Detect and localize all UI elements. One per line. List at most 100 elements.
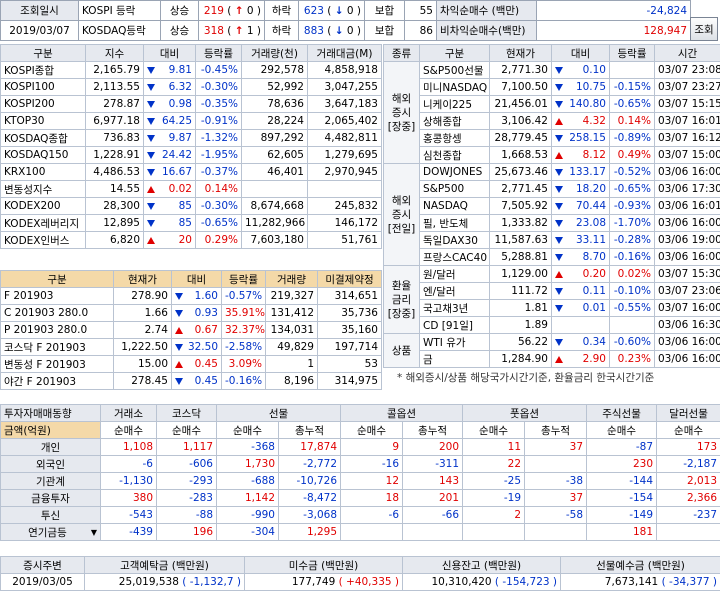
group-label: 해외 (391, 92, 412, 105)
world-row[interactable]: 엔/달러 111.72 0.11 -0.10% 03/07 23:06 (384, 282, 720, 300)
world-time: 03/06 16:00 (654, 248, 720, 266)
index-row[interactable]: KOSPI100 2,113.55 6.32 -0.30% 52,992 3,047,25… (0, 78, 382, 96)
index-rate: -0.35% (195, 95, 242, 113)
investor-row[interactable]: 투신 -543 -88 -990 -3,068 -6 -66 2 -58 -149 -237 (0, 506, 720, 524)
index-rate: -0.91% (195, 112, 242, 130)
investor-value: 173 (656, 438, 720, 456)
world-row[interactable]: 환율 금리 [장중] 원/달러 1,129.00 0.20 0.02% 03/07 15:30 (383, 265, 720, 334)
index-amount: 4,482,811 (307, 129, 382, 147)
investor-name: 금융투자 (0, 489, 101, 507)
investor-row[interactable]: 개인 1,108 1,117 -368 17,874 9 200 11 37 -87 173 (0, 438, 720, 456)
investor-row[interactable]: 외국인 -6 -606 1,730 -2,772 -16 -311 22 230 -2,187 (0, 455, 720, 473)
world-rate: -0.52% (609, 163, 655, 181)
change-value: 0.20 (582, 268, 606, 280)
world-time: 03/06 16:00 (654, 350, 720, 368)
index-name: KOSPI100 (0, 78, 86, 96)
investor-row[interactable]: 금융투자 380 -283 1,142 -8,472 18 201 -19 37 -154 2,36… (0, 489, 720, 507)
change-value: 10.75 (575, 81, 606, 93)
up-triangle-icon (147, 185, 155, 193)
group-label: 상품 (391, 344, 412, 357)
group-label: 환율 (391, 279, 412, 292)
change-value: 140.80 (569, 98, 606, 110)
index-row[interactable]: KRX100 4,486.53 16.67 -0.37% 46,401 2,970,945 (0, 163, 382, 181)
world-value: 1,668.53 (489, 146, 552, 164)
world-row[interactable]: 국고채3년 1.81 0.01 -0.55% 03/07 16:00 (384, 299, 720, 317)
deriv-open-interest: 197,714 (317, 338, 382, 356)
index-row[interactable]: KOSDAQ종합 736.83 9.87 -1.32% 897,292 4,482,811 (0, 129, 382, 147)
index-row[interactable]: KODEX200 28,300 85 -0.30% 8,674,668 245,832 (0, 197, 382, 215)
index-name: KODEX200 (0, 197, 86, 215)
deriv-row[interactable]: 코스닥 F 201903 1,222.50 32.50 -2.58% 49,829 197… (0, 338, 382, 356)
investor-value: 17,874 (277, 438, 342, 456)
change-value: 133.17 (569, 166, 606, 178)
world-row[interactable]: 상품 WTI 유가 56.22 0.34 -0.60% 03/06 16:00 (383, 333, 720, 368)
deriv-row[interactable]: P 201903 280.0 2.74 0.67 32.37% 134,031 35,16… (0, 321, 382, 339)
down-triangle-icon (147, 219, 155, 227)
index-row[interactable]: KODEX인버스 6,820 20 0.29% 7,603,180 51,761 (0, 231, 382, 249)
investor-row[interactable]: 연기금등 ▼ -439 196 -304 1,295 181 (0, 523, 720, 541)
world-row[interactable]: 프랑스CAC40 5,288.81 8.70 -0.16% 03/06 16:00 (384, 248, 720, 266)
index-name: KOSDAQ종합 (0, 129, 86, 147)
change-value: 20 (178, 234, 192, 246)
index-row[interactable]: 변동성지수 14.55 0.02 0.14% (0, 180, 382, 198)
world-row[interactable]: 홍콩항셍 28,779.45 258.15 -0.89% 03/07 16:12 (384, 129, 720, 147)
index-name: KOSPI200 (0, 95, 86, 113)
world-row[interactable]: 니케이225 21,456.01 140.80 -0.65% 03/07 15:15 (384, 95, 720, 113)
index-value: 14.55 (85, 180, 144, 198)
index-row[interactable]: KOSDAQ150 1,228.91 24.42 -1.95% 62,605 1,279,… (0, 146, 382, 164)
world-row[interactable]: 필, 반도체 1,333.82 23.08 -1.70% 03/06 16:00 (384, 214, 720, 232)
footer-date: 2019/03/05 (0, 573, 85, 591)
deriv-rate: -0.16% (221, 372, 266, 390)
deriv-rate: 35.91% (221, 304, 266, 322)
investor-row[interactable]: 기관계 -1,130 -293 -688 -10,726 12 143 -25 -38 -144 2… (0, 472, 720, 490)
group-label: 해외 (391, 194, 412, 207)
world-rate: 0.23% (609, 350, 655, 368)
investor-market-0: 거래소 (100, 404, 157, 422)
world-rate: -1.70% (609, 214, 655, 232)
deriv-header-0: 구분 (0, 270, 114, 288)
index-name: KTOP30 (0, 112, 86, 130)
index-name: KOSDAQ150 (0, 146, 86, 164)
world-name: 니케이225 (419, 95, 490, 113)
index-row[interactable]: KOSPI200 278.87 0.98 -0.35% 78,636 3,647,183 (0, 95, 382, 113)
world-row[interactable]: 심천종합 1,668.53 8.12 0.49% 03/07 15:00 (384, 146, 720, 164)
deriv-header-1: 현재가 (113, 270, 172, 288)
kospi-fall: 623 (303, 4, 324, 17)
world-row[interactable]: 금 1,284.90 2.90 0.23% 03/06 16:00 (384, 350, 720, 368)
investor-value: 1,142 (216, 489, 279, 507)
world-row[interactable]: NASDAQ 7,505.92 70.44 -0.93% 03/06 16:01 (384, 197, 720, 215)
world-value: 3,106.42 (489, 112, 552, 130)
investor-value: -543 (100, 506, 157, 524)
footer-header-4: 선물예수금 (백만원) (560, 556, 720, 574)
index-row[interactable]: KTOP30 6,977.18 64.25 -0.91% 28,224 2,065,402 (0, 112, 382, 130)
change-value: 32.50 (187, 341, 218, 353)
world-row[interactable]: S&P500 2,771.45 18.20 -0.65% 03/06 17:30 (384, 180, 720, 198)
investor-sub-2: 순매수 (216, 421, 279, 439)
index-row[interactable]: KOSPI종합 2,165.79 9.81 -0.45% 292,578 4,858,91… (0, 61, 382, 79)
index-rate: -0.30% (195, 197, 242, 215)
world-rate: -0.28% (609, 231, 655, 249)
deriv-row[interactable]: 야간 F 201903 278.45 0.45 -0.16% 8,196 314,975 (0, 372, 382, 390)
world-row[interactable]: 독일DAX30 11,587.63 33.11 -0.28% 03/06 19:00 (384, 231, 720, 249)
world-row[interactable]: 해외 증시 [장중] S&P500선물 2,771.30 0.10 03/07 23:08 (383, 61, 720, 164)
world-row[interactable]: 상해종합 3,106.42 4.32 0.14% 03/07 16:01 (384, 112, 720, 130)
world-row[interactable]: CD [91일] 1.89 03/06 16:30 (384, 316, 720, 334)
index-amount: 4,858,918 (307, 61, 382, 79)
world-row[interactable]: 미니NASDAQ 7,100.50 10.75 -0.15% 03/07 23:27 (384, 78, 720, 96)
world-row[interactable]: 해외 증시 [전일] DOWJONES 25,673.46 133.17 -0.52% 03/… (383, 163, 720, 266)
nonarb-value: 128,947 (536, 20, 691, 41)
investor-value: -16 (340, 455, 404, 473)
investor-value: 1,730 (216, 455, 279, 473)
kosdaq-fall: 883 (303, 24, 324, 37)
query-button[interactable]: 조회 (690, 17, 718, 41)
dropdown-arrow-icon[interactable]: ▼ (91, 528, 97, 537)
deriv-row[interactable]: F 201903 278.90 1.60 -0.57% 219,327 314,651 (0, 287, 382, 305)
deriv-row[interactable]: 변동성 F 201903 15.00 0.45 3.09% 1 53 (0, 355, 382, 373)
index-value: 4,486.53 (85, 163, 144, 181)
deriv-row[interactable]: C 201903 280.0 1.66 0.93 35.91% 131,412 35,73… (0, 304, 382, 322)
index-volume: 8,674,668 (241, 197, 308, 215)
index-row[interactable]: KODEX레버리지 12,895 85 -0.65% 11,282,966 146,172 (0, 214, 382, 232)
investor-unit-label: 금액(억원) (0, 421, 101, 439)
deriv-volume: 8,196 (265, 372, 318, 390)
investor-title: 투자자매매동향 (0, 404, 101, 422)
